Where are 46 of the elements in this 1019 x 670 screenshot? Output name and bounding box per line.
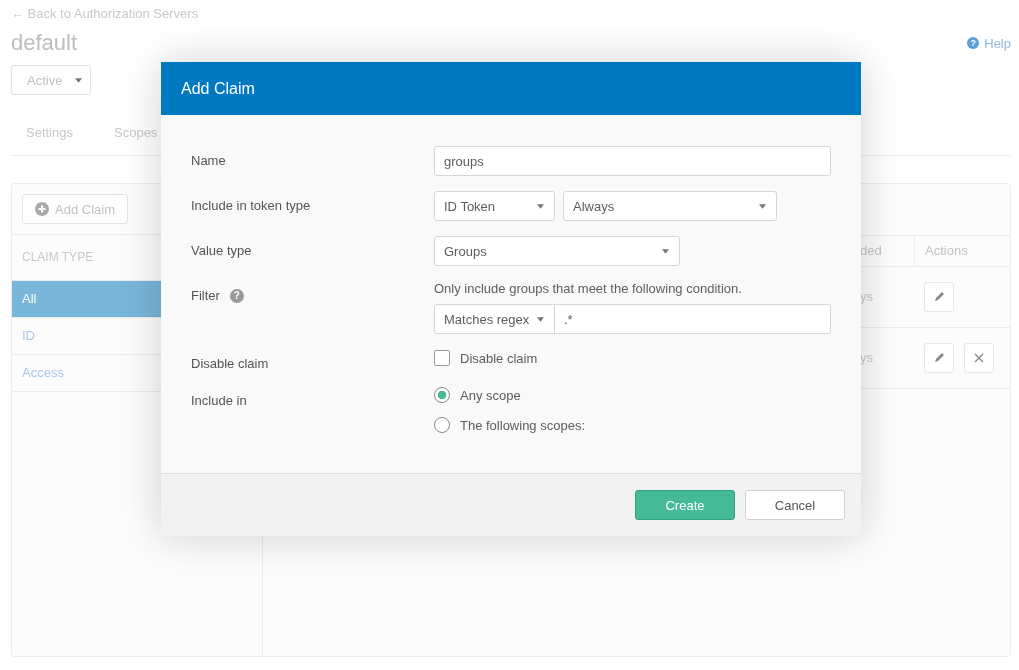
help-icon: ? — [967, 37, 980, 49]
radio-label: Any scope — [460, 387, 521, 403]
delete-button[interactable] — [964, 343, 994, 373]
help-icon: ? — [229, 289, 244, 303]
radio-button[interactable] — [434, 417, 450, 433]
dialog-title: Add Claim — [161, 62, 861, 115]
close-icon — [973, 352, 985, 364]
cancel-button[interactable]: Cancel — [745, 490, 845, 520]
select-value: Matches regex — [444, 311, 530, 327]
field-label: Value type — [191, 243, 252, 258]
create-button[interactable]: Create — [635, 490, 735, 520]
hint-text: Only include groups that meet the following condition. — [434, 281, 743, 297]
select-value: ID Token — [444, 198, 496, 214]
pencil-icon — [933, 291, 945, 303]
edit-button[interactable] — [924, 343, 954, 373]
caret-icon — [537, 203, 544, 209]
select-field[interactable]: Matches regex — [434, 304, 555, 334]
select-field[interactable]: Groups — [434, 236, 680, 266]
page-title: default — [11, 30, 78, 56]
pencil-icon — [933, 352, 945, 364]
status-label: Active — [27, 72, 63, 88]
help-label: Help — [984, 35, 1011, 51]
field-label: Include in token type — [191, 198, 311, 213]
select-field[interactable]: Always — [563, 191, 777, 221]
field-label: Filter — [191, 288, 220, 303]
caret-icon — [537, 316, 544, 322]
caret-icon — [75, 77, 82, 83]
checkbox-label: Disable claim — [460, 350, 538, 366]
checkbox[interactable] — [434, 350, 450, 366]
edit-button[interactable] — [924, 282, 954, 312]
regex-field[interactable]: .* — [555, 304, 831, 334]
select-value: Groups — [444, 243, 487, 259]
select-field[interactable]: ID Token — [434, 191, 555, 221]
column-header: Actions — [914, 236, 1010, 267]
radio-button[interactable] — [434, 387, 450, 403]
help-link[interactable]: ? Help — [967, 35, 1011, 51]
status-dropdown[interactable]: Active — [11, 65, 91, 95]
field-label: Name — [191, 153, 226, 168]
plus-icon — [35, 202, 49, 216]
caret-icon — [662, 248, 669, 254]
radio-label: The following scopes: — [460, 417, 585, 433]
name-field[interactable]: groups — [434, 146, 831, 176]
field-label: Include in — [191, 393, 247, 408]
add-claim-button[interactable]: Add Claim — [22, 194, 128, 224]
caret-icon — [759, 203, 766, 209]
select-value: Always — [573, 198, 615, 214]
